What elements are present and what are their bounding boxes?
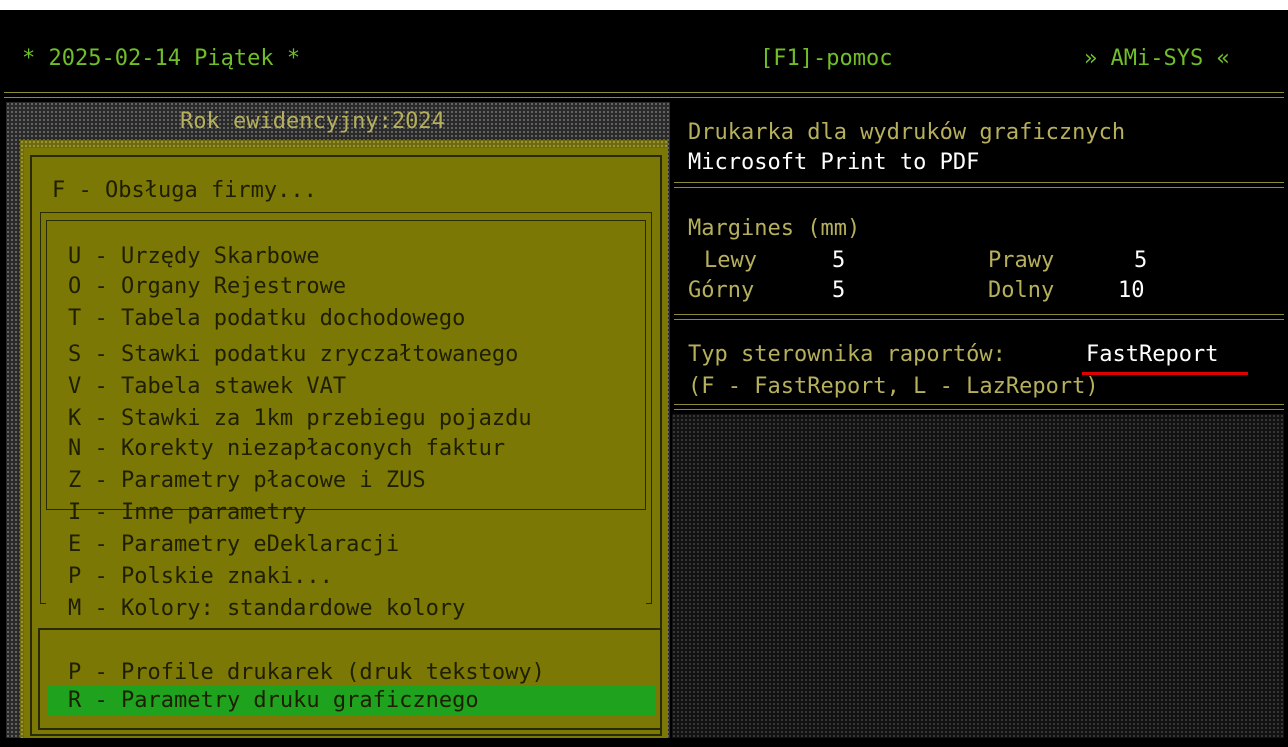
printer-label: Drukarka dla wydruków graficznych bbox=[688, 120, 1126, 145]
report-driver-hint: (F - FastReport, L - LazReport) bbox=[688, 374, 1099, 399]
right-background bbox=[672, 414, 1284, 738]
header-date: * 2025-02-14 Piątek * bbox=[22, 46, 301, 71]
menu-item-stawki-ryczalt[interactable]: S - Stawki podatku zryczałtowanego bbox=[68, 342, 518, 368]
margin-top-label: Górny bbox=[688, 278, 755, 303]
menu-item-inne[interactable]: I - Inne parametry bbox=[68, 500, 306, 526]
app-name: » AMi-SYS « bbox=[1084, 46, 1230, 71]
margin-top-value[interactable]: 5 bbox=[832, 278, 845, 304]
menu-item-profile-drukarek[interactable]: P - Profile drukarek (druk tekstowy) bbox=[68, 660, 545, 686]
printer-value[interactable]: Microsoft Print to PDF bbox=[688, 150, 979, 176]
menu-item-kilometrowka[interactable]: K - Stawki za 1km przebiegu pojazdu bbox=[68, 406, 532, 432]
menu-item-parametry-druku[interactable]: R - Parametry druku graficznego bbox=[68, 688, 479, 714]
menu-item-korekty[interactable]: N - Korekty niezapłaconych faktur bbox=[68, 436, 505, 462]
margin-left-label: Lewy bbox=[704, 248, 757, 273]
header-separator bbox=[4, 92, 1284, 98]
help-hint[interactable]: [F1]-pomoc bbox=[760, 46, 892, 72]
margin-right-value[interactable]: 5 bbox=[1134, 248, 1147, 274]
report-driver-label: Typ sterownika raportów: bbox=[688, 342, 1006, 367]
margin-right-label: Prawy bbox=[988, 248, 1055, 273]
separator-2 bbox=[674, 314, 1284, 320]
margin-bottom-value[interactable]: 10 bbox=[1118, 278, 1145, 304]
separator-1 bbox=[674, 182, 1284, 188]
margin-bottom-label: Dolny bbox=[988, 278, 1055, 303]
separator-3 bbox=[674, 404, 1284, 410]
menu-item-kolory[interactable]: M - Kolory: standardowe kolory bbox=[68, 596, 465, 622]
year-label: Rok ewidencyjny:2024 bbox=[180, 109, 445, 134]
margins-title: Margines (mm) bbox=[688, 216, 861, 241]
menu-item-polskie-znaki[interactable]: P - Polskie znaki... bbox=[68, 564, 333, 590]
menu-title[interactable]: F - Obsługa firmy... bbox=[52, 178, 317, 204]
margin-left-value[interactable]: 5 bbox=[832, 248, 845, 274]
menu-item-organy[interactable]: O - Organy Rejestrowe bbox=[68, 274, 346, 300]
terminal-screen: * 2025-02-14 Piątek * [F1]-pomoc » AMi-S… bbox=[0, 10, 1288, 747]
menu-item-vat[interactable]: V - Tabela stawek VAT bbox=[68, 374, 346, 400]
menu-item-edeklaracje[interactable]: E - Parametry eDeklaracji bbox=[68, 532, 399, 558]
report-driver-value[interactable]: FastReport bbox=[1086, 342, 1218, 368]
menu-item-urzedy[interactable]: U - Urzędy Skarbowe bbox=[68, 244, 320, 270]
menu-item-tabela-podatku[interactable]: T - Tabela podatku dochodowego bbox=[68, 306, 465, 332]
menu-item-zus[interactable]: Z - Parametry płacowe i ZUS bbox=[68, 468, 426, 494]
report-driver-underline bbox=[1082, 372, 1248, 375]
